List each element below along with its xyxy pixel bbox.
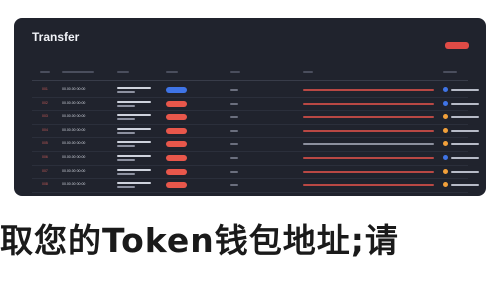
row-date: 00.00.00 00:00 [62, 141, 86, 146]
token-icon [443, 100, 448, 106]
status-badge[interactable] [166, 100, 187, 107]
row-address-line [303, 89, 434, 91]
row-subname-line [117, 172, 135, 175]
page-caption: 取您的Token钱包地址;请 [0, 221, 399, 260]
token-icon [443, 168, 448, 174]
table-row[interactable]: 004 00.00.00 00:00 [32, 125, 479, 139]
row-address-line [303, 184, 434, 187]
row-date: 00.00.00 00:00 [62, 182, 86, 187]
row-rank: 005 [42, 141, 48, 146]
row-value-line [230, 102, 238, 105]
row-subname-line [117, 118, 135, 121]
row-subname-line [117, 158, 135, 161]
table-row[interactable]: 002 00.00.00 00:00 [32, 98, 479, 112]
row-date: 00.00.00 00:00 [62, 100, 86, 105]
row-rank: 006 [42, 154, 48, 159]
table-row[interactable]: 008 00.00.00 00:00 [32, 179, 479, 193]
row-token-line [451, 116, 479, 119]
column-header-date [62, 71, 94, 73]
row-value-line [230, 143, 238, 146]
row-name-line [117, 168, 151, 171]
status-badge[interactable] [166, 182, 187, 189]
status-badge[interactable] [166, 114, 187, 121]
row-address-line [303, 170, 434, 173]
row-rank: 004 [42, 127, 48, 132]
row-value-line [230, 184, 238, 187]
row-date: 00.00.00 00:00 [62, 87, 86, 91]
row-subname-line [117, 104, 135, 107]
table-row[interactable]: 001 00.00.00 00:00 [32, 84, 479, 98]
row-value-line [230, 89, 238, 91]
status-badge[interactable] [166, 141, 187, 148]
column-header-status [443, 71, 457, 73]
header-action-button[interactable] [445, 42, 469, 49]
table-row[interactable]: 003 00.00.00 00:00 [32, 111, 479, 125]
row-name-line [117, 182, 151, 185]
row-rank: 001 [42, 87, 48, 91]
row-name-line [117, 127, 151, 130]
row-token-line [451, 156, 479, 159]
token-icon [443, 141, 448, 147]
column-header-rank [40, 71, 50, 73]
status-badge[interactable] [166, 87, 187, 93]
table-row[interactable]: 006 00.00.00 00:00 [32, 152, 479, 166]
row-token-line [451, 89, 479, 91]
token-icon [443, 127, 448, 133]
window-title: Transfer [32, 30, 80, 44]
row-value-line [230, 116, 238, 119]
column-header-type [166, 71, 178, 73]
row-name-line [117, 114, 151, 117]
token-icon [443, 182, 448, 188]
status-badge[interactable] [166, 168, 187, 175]
row-name-line [117, 141, 151, 144]
row-name-line [117, 154, 151, 157]
row-rank: 003 [42, 114, 48, 119]
transfer-window: Transfer 001 00.00.00 00:00 002 00.00.00 00… [14, 18, 486, 196]
row-value-line [230, 129, 238, 132]
token-icon [443, 87, 448, 92]
row-subname-line [117, 186, 135, 189]
transfer-table: 001 00.00.00 00:00 002 00.00.00 00:00 003 00.… [32, 84, 479, 193]
row-address-line [303, 143, 434, 146]
row-subname-line [117, 131, 135, 134]
row-date: 00.00.00 00:00 [62, 114, 86, 119]
table-row[interactable]: 005 00.00.00 00:00 [32, 138, 479, 152]
row-address-line [303, 116, 434, 119]
row-name-line [117, 87, 151, 89]
row-date: 00.00.00 00:00 [62, 127, 86, 132]
token-icon [443, 154, 448, 160]
row-date: 00.00.00 00:00 [62, 168, 86, 173]
row-address-line [303, 102, 434, 105]
row-subname-line [117, 145, 135, 148]
row-rank: 008 [42, 182, 48, 187]
row-token-line [451, 143, 479, 146]
column-header-name [117, 71, 129, 73]
table-header [32, 68, 468, 81]
row-value-line [230, 170, 238, 173]
row-address-line [303, 156, 434, 159]
row-rank: 007 [42, 168, 48, 173]
row-token-line [451, 102, 479, 105]
column-header-address [303, 71, 313, 73]
row-token-line [451, 170, 479, 173]
column-header-value [230, 71, 240, 73]
table-row[interactable]: 007 00.00.00 00:00 [32, 166, 479, 180]
row-token-line [451, 184, 479, 187]
status-badge[interactable] [166, 127, 187, 134]
status-badge[interactable] [166, 154, 187, 161]
row-name-line [117, 100, 151, 103]
row-address-line [303, 129, 434, 132]
row-token-line [451, 129, 479, 132]
row-value-line [230, 156, 238, 159]
row-subname-line [117, 91, 135, 93]
row-rank: 002 [42, 100, 48, 105]
token-icon [443, 114, 448, 120]
row-date: 00.00.00 00:00 [62, 154, 86, 159]
